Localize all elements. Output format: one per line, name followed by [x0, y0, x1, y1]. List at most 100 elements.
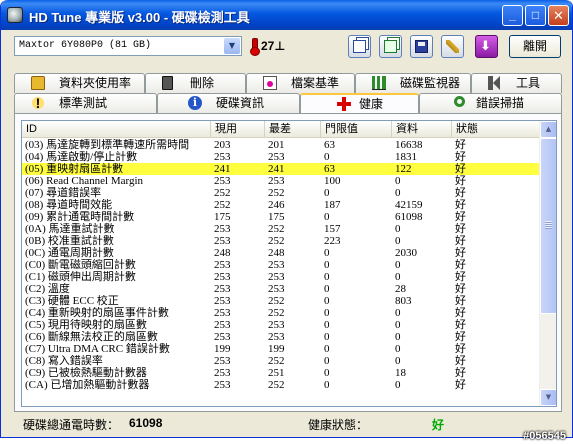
- tab-file-benchmark[interactable]: 檔案基準: [246, 73, 355, 93]
- table-row[interactable]: (04) 馬達啟動/停止計數 253 253 0 1831 好: [22, 151, 540, 163]
- table-cell: 0: [324, 247, 330, 259]
- table-row[interactable]: (08) 尋道時間效能 252 246 187 42159 好: [22, 199, 540, 211]
- table-row[interactable]: (C4) 重新映射的扇區事件計數 253 252 0 0 好: [22, 307, 540, 319]
- table-cell: 199: [268, 343, 285, 355]
- table-cell: 63: [324, 163, 335, 175]
- table-cell: (09) 累計通電時間計數: [25, 211, 135, 223]
- tab-label: 刪除: [190, 76, 215, 90]
- table-row[interactable]: (C9) 已被檢熱驅動計數器 253 251 0 18 好: [22, 367, 540, 379]
- table-cell: 122: [395, 163, 412, 175]
- table-cell: 0: [324, 331, 330, 343]
- power-on-hours-value: 61098: [129, 416, 163, 430]
- table-cell: 2030: [395, 247, 417, 259]
- download-button[interactable]: ⬇: [475, 35, 498, 58]
- table-row[interactable]: (0B) 校准重試計數 253 252 223 0 好: [22, 235, 540, 247]
- table-cell: 好: [455, 295, 466, 307]
- disk-monitor-chart-icon: [372, 76, 386, 90]
- table-cell: 187: [324, 199, 341, 211]
- maximize-button[interactable]: □: [525, 5, 546, 26]
- scrollbar-thumb[interactable]: [540, 138, 556, 314]
- column-header-worst[interactable]: 最差: [265, 121, 321, 138]
- table-cell: (07) 尋道錯誤率: [25, 187, 102, 199]
- table-cell: 252: [268, 307, 285, 319]
- column-header-current[interactable]: 現用: [211, 121, 265, 138]
- drive-select[interactable]: Maxtor 6Y080P0 (81 GB) ▼: [14, 36, 242, 56]
- options-button[interactable]: [441, 35, 464, 58]
- table-row[interactable]: (C3) 硬體 ECC 校正 253 252 0 803 好: [22, 295, 540, 307]
- table-cell: 0: [395, 379, 401, 391]
- table-cell: 253: [268, 175, 285, 187]
- column-header-data[interactable]: 資料: [392, 121, 452, 138]
- smart-attributes-list[interactable]: ID 現用 最差 門限值 資料 狀態 (03) 馬達旋轉到標準轉速所需時間 203…: [21, 120, 557, 407]
- table-cell: 252: [268, 235, 285, 247]
- exit-button[interactable]: 離開: [509, 35, 561, 58]
- tab-drive-info[interactable]: i 硬碟資訊: [157, 93, 300, 113]
- table-cell: 0: [395, 343, 401, 355]
- toolbar: Maxtor 6Y080P0 (81 GB) ▼ 27⊥ ⬇ 離開: [1, 33, 572, 61]
- scroll-up-button[interactable]: ▲: [540, 121, 556, 138]
- column-header-threshold[interactable]: 門限值: [321, 121, 392, 138]
- table-cell: (C6) 斷線無法校正的扇區數: [25, 331, 158, 343]
- table-cell: 253: [268, 331, 285, 343]
- wrench-icon: [446, 40, 459, 53]
- tab-tools[interactable]: 工具: [471, 73, 562, 93]
- tab-disk-monitor[interactable]: 磁碟監視器: [355, 73, 471, 93]
- table-row[interactable]: (07) 尋道錯誤率 252 252 0 0 好: [22, 187, 540, 199]
- table-cell: 253: [268, 283, 285, 295]
- table-row[interactable]: (C6) 斷線無法校正的扇區數 253 253 0 0 好: [22, 331, 540, 343]
- chevron-down-icon[interactable]: ▼: [224, 38, 240, 54]
- tab-folder-usage[interactable]: 資料夾使用率: [14, 73, 145, 93]
- title-bar[interactable]: HD Tune 專業版 v3.00 - 硬碟檢測工具 _ □ ✕: [1, 0, 572, 30]
- table-cell: 253: [214, 379, 231, 391]
- table-cell: 253: [214, 367, 231, 379]
- magnifier-icon: [454, 96, 465, 107]
- table-cell: (05) 重映射扇區計數: [25, 163, 124, 175]
- table-cell: 252: [268, 295, 285, 307]
- thermometer-icon: [249, 38, 260, 56]
- tab-erase[interactable]: 刪除: [145, 73, 246, 93]
- tab-label: 健康: [359, 97, 384, 111]
- table-row[interactable]: (C8) 寫入錯誤率 253 252 0 0 好: [22, 355, 540, 367]
- table-cell: 0: [324, 151, 330, 163]
- scroll-down-button[interactable]: ▼: [540, 389, 556, 406]
- tab-benchmark[interactable]: ! 標準測試: [14, 93, 157, 113]
- table-row[interactable]: (CA) 已增加熱驅動計數器 253 252 0 0 好: [22, 379, 540, 391]
- table-cell: 28: [395, 283, 406, 295]
- close-icon: ✕: [553, 8, 564, 23]
- minimize-button[interactable]: _: [502, 5, 523, 26]
- copy-text-button[interactable]: [348, 35, 371, 58]
- table-cell: (0C) 通電周期計數: [25, 247, 114, 259]
- table-cell: 241: [214, 163, 231, 175]
- copy-screenshot-button[interactable]: [379, 35, 402, 58]
- table-row[interactable]: (0A) 馬達重試計數 253 252 157 0 好: [22, 223, 540, 235]
- save-button[interactable]: [410, 35, 433, 58]
- table-cell: 好: [455, 307, 466, 319]
- table-row[interactable]: (05) 重映射扇區計數 241 241 63 122 好: [22, 163, 540, 175]
- column-header-id[interactable]: ID: [22, 121, 211, 138]
- table-cell: (04) 馬達啟動/停止計數: [25, 151, 138, 163]
- health-status-value: 好: [432, 418, 445, 432]
- table-cell: 好: [455, 367, 466, 379]
- tab-error-scan[interactable]: 錯誤掃描: [419, 93, 562, 113]
- table-row[interactable]: (C5) 現用待映射的扇區數 253 253 0 0 好: [22, 319, 540, 331]
- tab-health[interactable]: 健康: [300, 93, 419, 114]
- table-row[interactable]: (09) 累計通電時間計數 175 175 0 61098 好: [22, 211, 540, 223]
- table-row[interactable]: (C1) 磁頭伸出周期計數 253 253 0 0 好: [22, 271, 540, 283]
- table-cell: 175: [214, 211, 231, 223]
- table-cell: 253: [268, 259, 285, 271]
- table-row[interactable]: (C2) 溫度 253 253 0 28 好: [22, 283, 540, 295]
- column-header-status[interactable]: 狀態: [452, 121, 540, 138]
- close-button[interactable]: ✕: [548, 5, 569, 26]
- table-row[interactable]: (C0) 斷電磁頭縮回計數 253 253 0 0 好: [22, 259, 540, 271]
- table-cell: 0: [324, 379, 330, 391]
- window-title: HD Tune 專業版 v3.00 - 硬碟檢測工具: [29, 10, 250, 25]
- table-cell: 252: [214, 199, 231, 211]
- table-row[interactable]: (03) 馬達旋轉到標準轉速所需時間 203 201 63 16638 好: [22, 139, 540, 151]
- table-cell: (C5) 現用待映射的扇區數: [25, 319, 147, 331]
- vertical-scrollbar[interactable]: ▲ ▼: [539, 121, 556, 406]
- table-cell: 16638: [395, 139, 423, 151]
- watermark: #056545: [523, 430, 566, 442]
- table-row[interactable]: (C7) Ultra DMA CRC 錯誤計數 199 199 0 0 好: [22, 343, 540, 355]
- table-row[interactable]: (06) Read Channel Margin 253 253 100 0 好: [22, 175, 540, 187]
- table-row[interactable]: (0C) 通電周期計數 248 248 0 2030 好: [22, 247, 540, 259]
